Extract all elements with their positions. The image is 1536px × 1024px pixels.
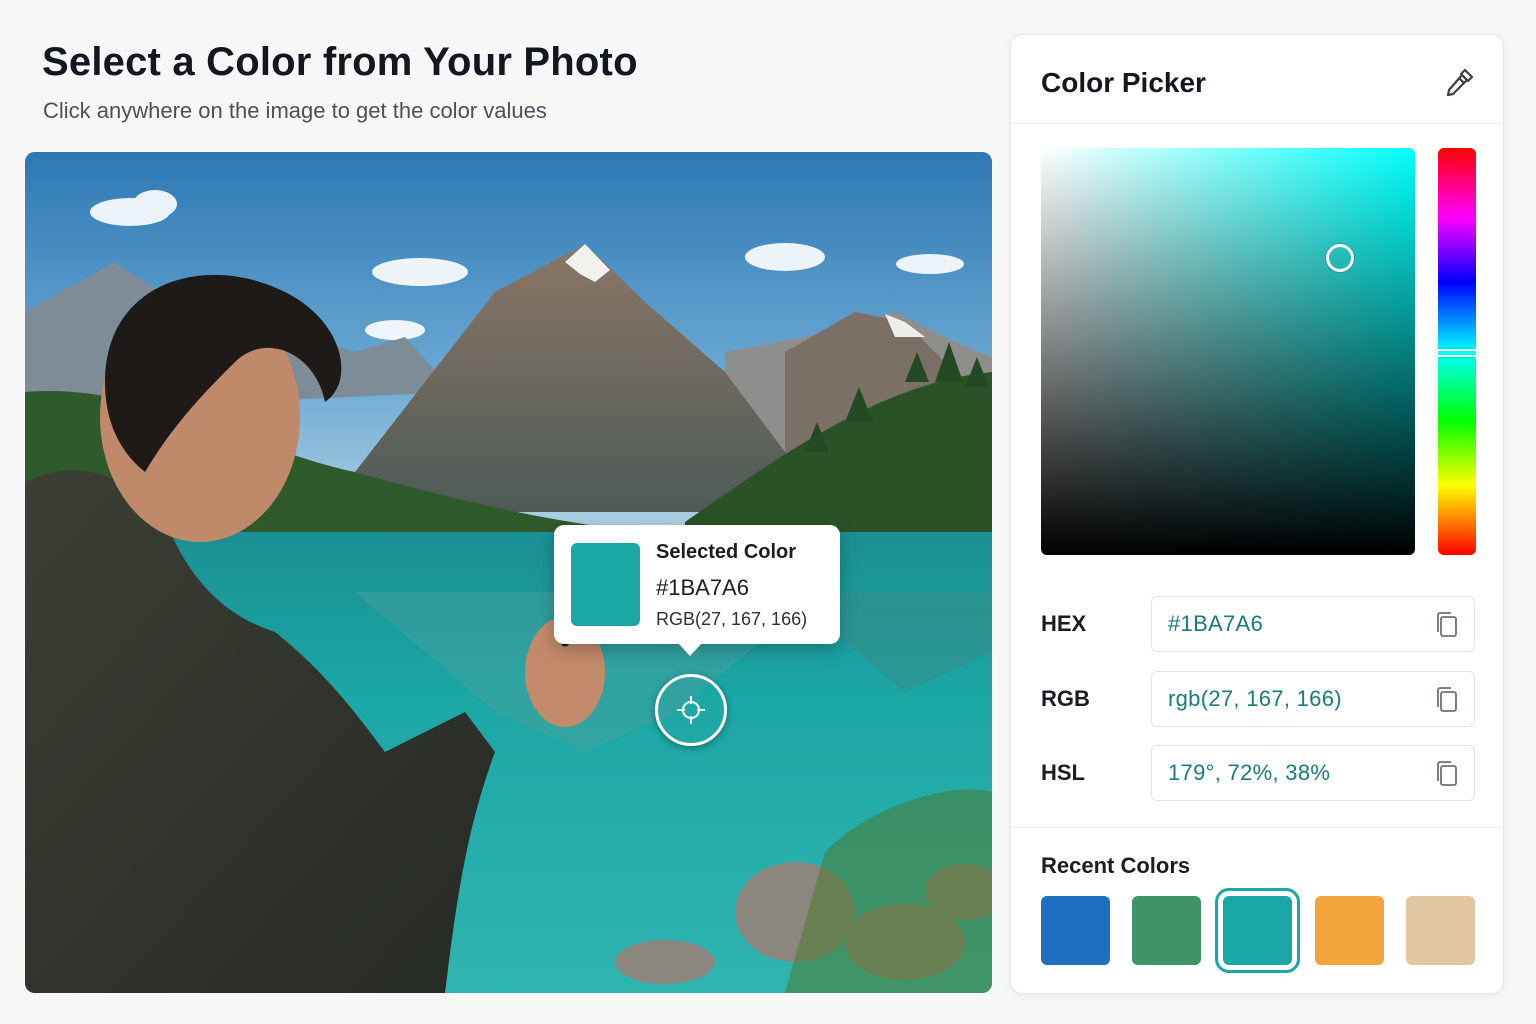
panel-divider: [1011, 123, 1503, 124]
color-picker-panel: Color Picker HEX #1BA7A6 RGB rgb(27, 167…: [1010, 34, 1504, 994]
tooltip-label: Selected Color: [656, 541, 797, 563]
tooltip-hex-value: #1BA7A6: [656, 575, 749, 600]
saturation-value-area[interactable]: [1041, 148, 1415, 555]
photo-canvas[interactable]: Selected Color #1BA7A6 RGB(27, 167, 166): [25, 152, 992, 993]
hex-value[interactable]: #1BA7A6: [1168, 611, 1263, 637]
recent-color-swatch[interactable]: [1406, 896, 1475, 965]
recent-color-swatch[interactable]: [1315, 896, 1384, 965]
color-pick-cursor[interactable]: [655, 674, 727, 746]
recent-color-swatch[interactable]: [1041, 896, 1110, 965]
saturation-value-handle[interactable]: [1326, 243, 1355, 272]
selected-color-tooltip: Selected Color #1BA7A6 RGB(27, 167, 166): [554, 525, 840, 656]
hue-slider-handle[interactable]: [1436, 348, 1478, 357]
selected-color-swatch: [571, 543, 640, 626]
copy-icon[interactable]: [1432, 759, 1462, 789]
tooltip-rgb-value: RGB(27, 167, 166): [656, 609, 808, 629]
hue-slider[interactable]: [1436, 148, 1478, 555]
page-title: Select a Color from Your Photo: [42, 40, 638, 84]
eyedropper-icon: [1446, 68, 1474, 97]
landscape-photo: [25, 152, 992, 993]
hsl-field[interactable]: 179°, 72%, 38%: [1151, 745, 1475, 801]
recent-color-swatch[interactable]: [1215, 888, 1300, 973]
recent-colors-title: Recent Colors: [1041, 853, 1191, 878]
crosshair-icon: [677, 696, 705, 724]
hsl-label: HSL: [1041, 760, 1085, 785]
recent-color-swatch[interactable]: [1132, 896, 1201, 965]
page-subtitle: Click anywhere on the image to get the c…: [43, 98, 547, 123]
hex-field[interactable]: #1BA7A6: [1151, 596, 1475, 652]
panel-title: Color Picker: [1041, 67, 1206, 98]
hex-label: HEX: [1041, 611, 1087, 636]
hsl-value[interactable]: 179°, 72%, 38%: [1168, 760, 1330, 786]
eyedropper-button[interactable]: [1441, 65, 1477, 101]
panel-divider: [1011, 827, 1503, 828]
copy-icon[interactable]: [1432, 685, 1462, 715]
rgb-field[interactable]: rgb(27, 167, 166): [1151, 671, 1475, 727]
rgb-label: RGB: [1041, 686, 1090, 711]
copy-icon[interactable]: [1432, 610, 1462, 640]
rgb-value[interactable]: rgb(27, 167, 166): [1168, 686, 1342, 712]
